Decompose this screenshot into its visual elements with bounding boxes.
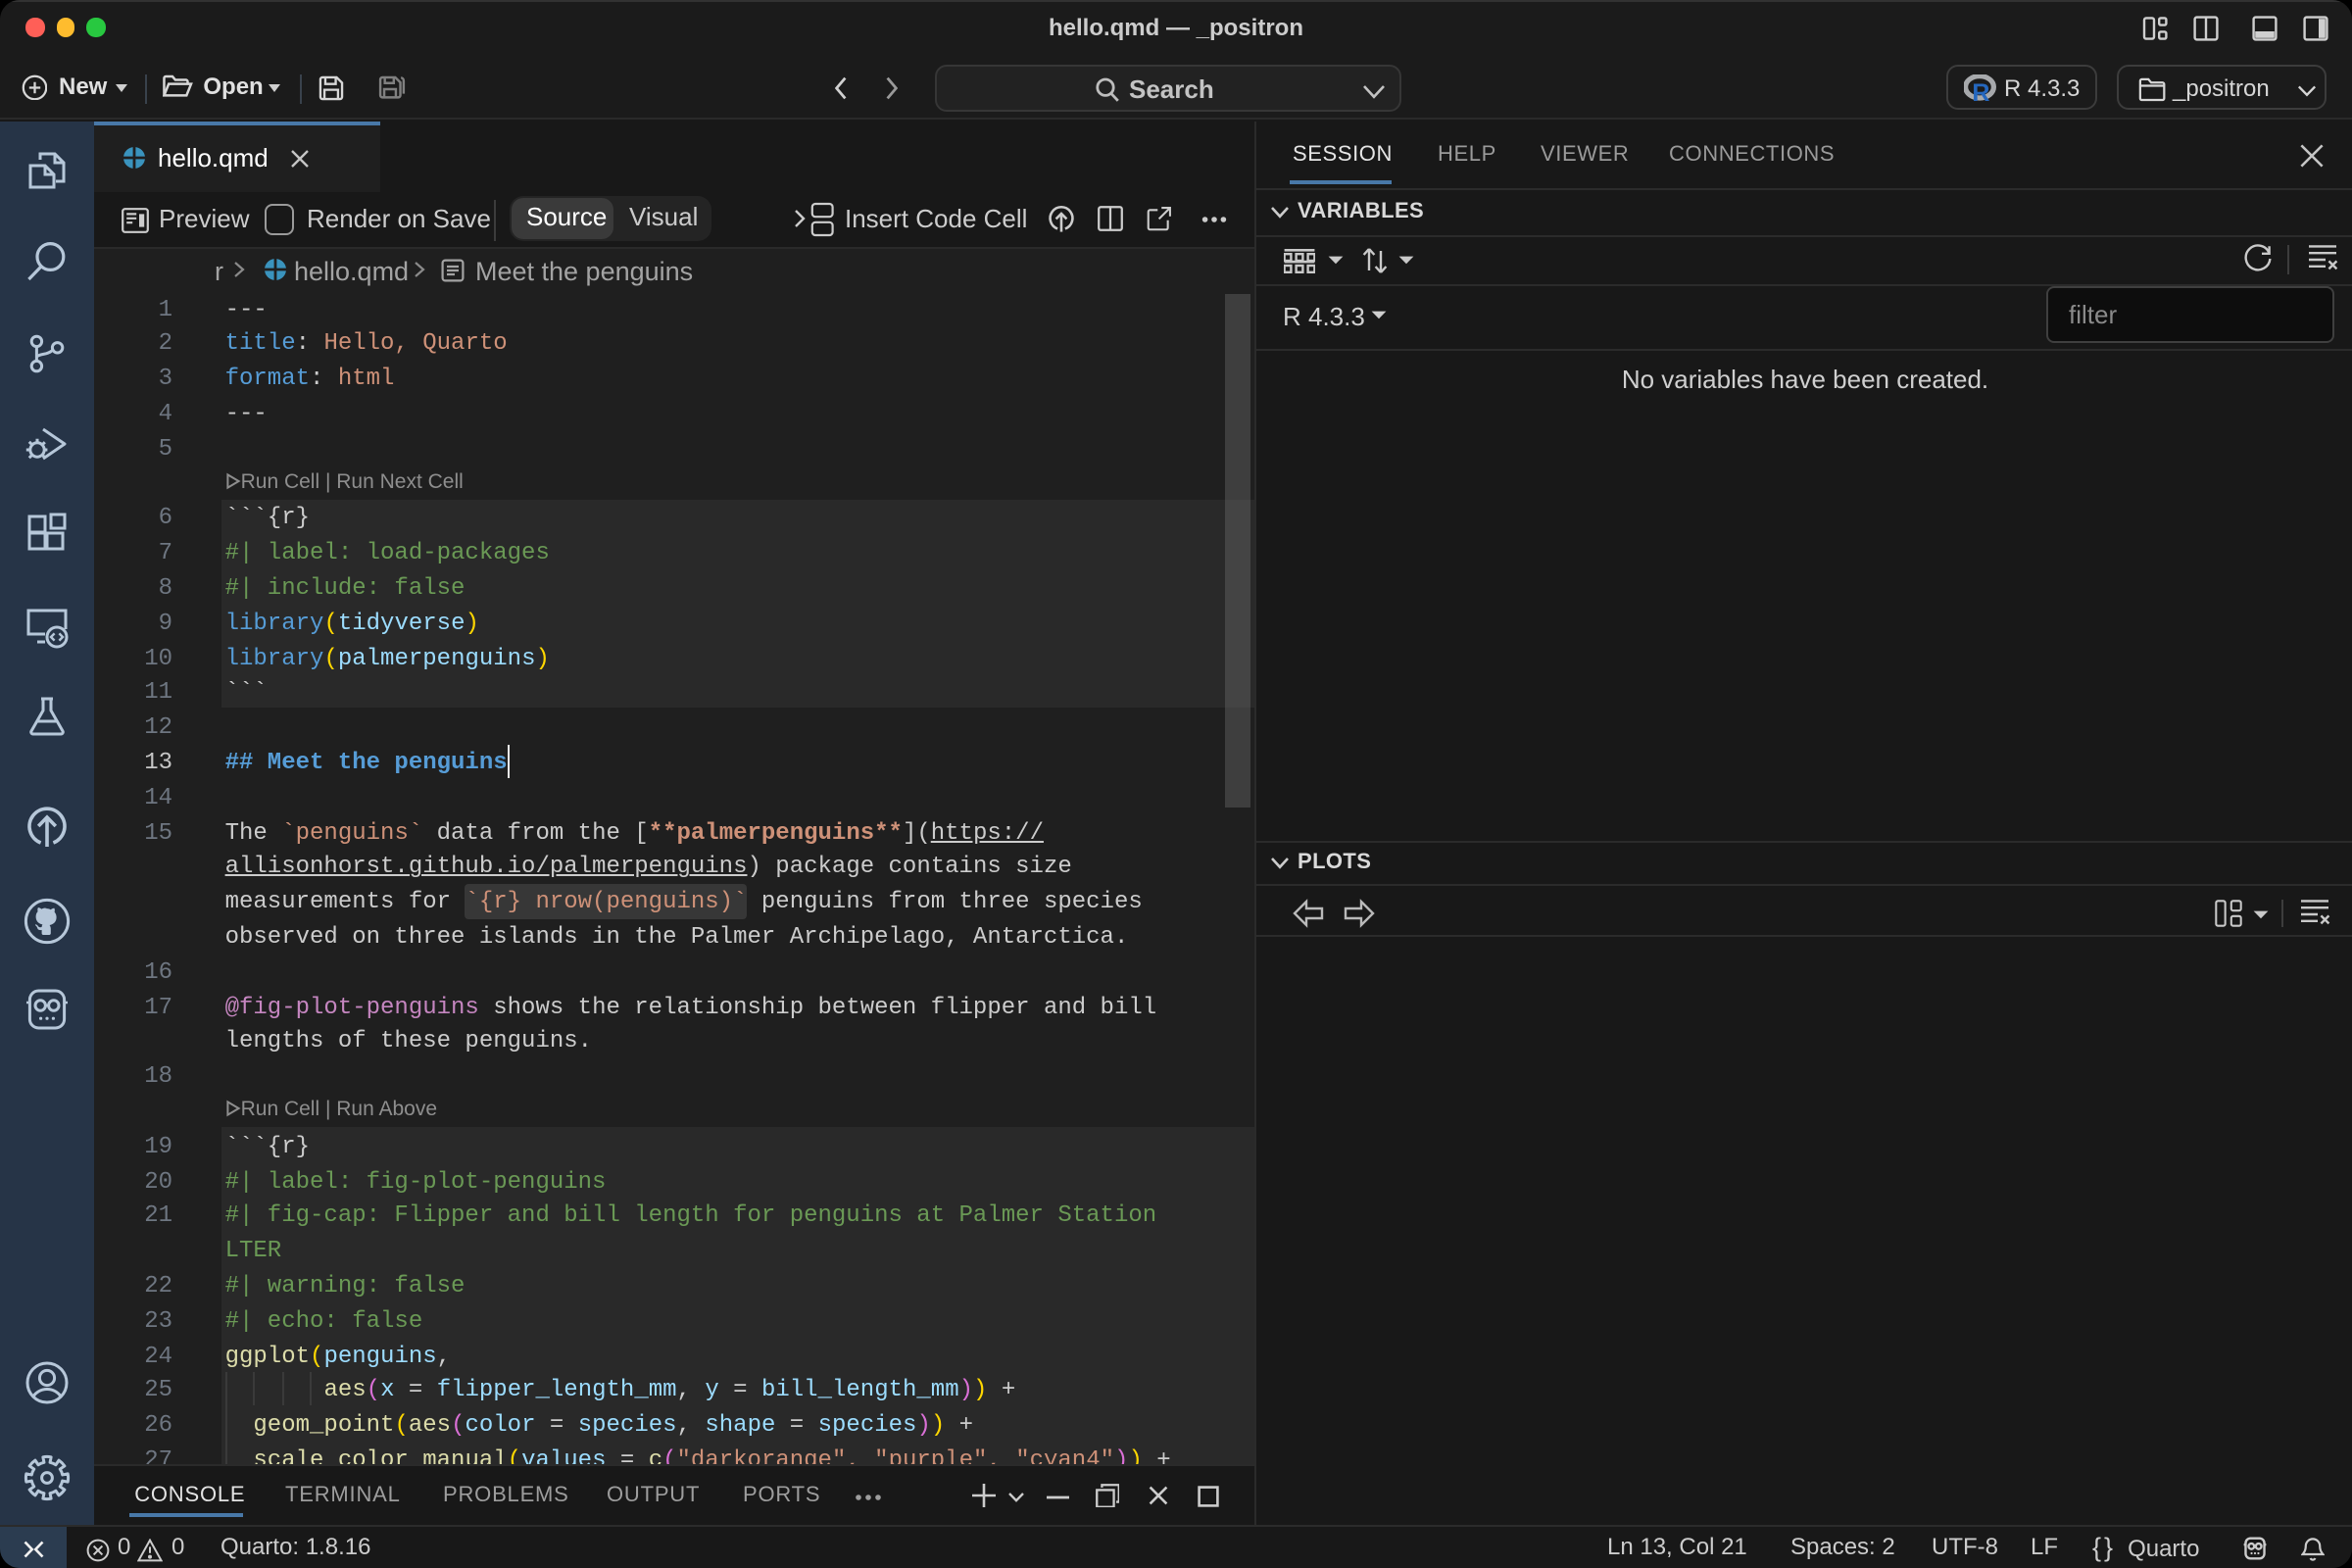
svg-text:R: R bbox=[1971, 78, 1988, 103]
